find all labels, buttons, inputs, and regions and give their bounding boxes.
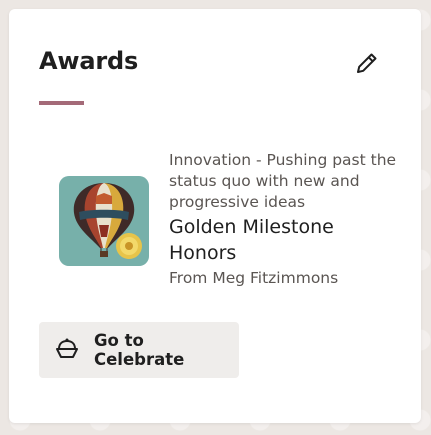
award-name: Golden Milestone Honors [169, 216, 334, 264]
award-from: From Meg Fitzimmons [169, 269, 339, 287]
award-category: Innovation - Pushing past the status quo… [169, 151, 397, 211]
award-image [59, 176, 149, 266]
go-to-celebrate-button[interactable]: Go to Celebrate [39, 322, 239, 378]
hot-air-balloon-image [59, 176, 149, 266]
go-to-celebrate-label: Go to Celebrate [94, 331, 185, 369]
awards-card: Awards Innovation - Pushing past the sta… [9, 9, 421, 423]
card-title: Awards [39, 47, 139, 75]
title-accent-underline [39, 101, 84, 105]
award-details: Innovation - Pushing past the status quo… [169, 150, 401, 289]
cupcake-icon [54, 337, 80, 363]
pencil-icon [357, 53, 377, 73]
edit-button[interactable] [353, 49, 381, 77]
